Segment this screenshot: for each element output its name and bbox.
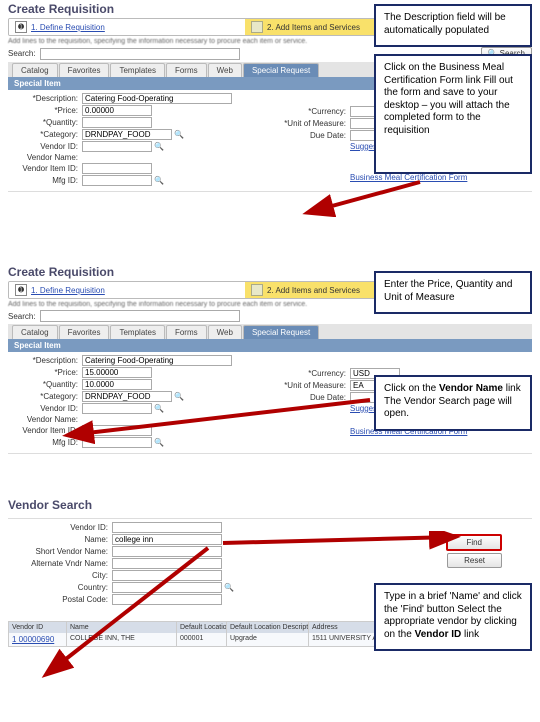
doc-icon (251, 284, 263, 296)
price-input[interactable] (82, 367, 152, 378)
cell-locdesc: Upgrade (227, 633, 309, 646)
callout-4: Click on the Vendor Name link The Vendor… (374, 375, 532, 431)
vendor-id-input[interactable] (112, 522, 222, 533)
step-1[interactable]: ➊1. Define Requisition (9, 282, 245, 298)
mfg-id-input[interactable] (82, 175, 152, 186)
qty-label: *Quantity: (8, 380, 78, 389)
tab-templates[interactable]: Templates (110, 63, 164, 77)
step-1[interactable]: ➊1. Define Requisition (9, 19, 245, 35)
tab-special-request[interactable]: Special Request (243, 63, 319, 77)
mfg-label: Mfg ID: (8, 176, 78, 185)
step-1-link[interactable]: 1. Define Requisition (31, 23, 105, 32)
description-input[interactable] (82, 93, 232, 104)
tab-favorites[interactable]: Favorites (59, 63, 110, 77)
vid-label: Vendor ID: (8, 142, 78, 151)
search-label: Search: (8, 49, 36, 58)
lookup-icon[interactable]: 🔍 (154, 176, 164, 186)
callout-1: The Description field will be automatica… (374, 4, 532, 47)
tab-forms[interactable]: Forms (166, 325, 207, 339)
curr-label: *Currency: (276, 369, 346, 378)
qty-label: *Quantity: (8, 118, 78, 127)
tab-templates[interactable]: Templates (110, 325, 164, 339)
desc-label: *Description: (8, 94, 78, 103)
vs-vid-label: Vendor ID: (8, 523, 108, 532)
price-label: *Price: (8, 368, 78, 377)
tabs: Catalog Favorites Templates Forms Web Sp… (8, 324, 532, 339)
callout-5: Type in a brief 'Name' and click the 'Fi… (374, 583, 532, 651)
step-2-label: 2. Add Items and Services (267, 286, 360, 295)
vendor-item-input[interactable] (82, 163, 152, 174)
category-input[interactable] (82, 129, 172, 140)
tab-catalog[interactable]: Catalog (12, 325, 58, 339)
step-2-label: 2. Add Items and Services (267, 23, 360, 32)
search-label: Search: (8, 312, 36, 321)
price-input[interactable] (82, 105, 152, 116)
callout-3: Enter the Price, Quantity and Unit of Me… (374, 271, 532, 314)
col-locdesc[interactable]: Default Location Description (227, 622, 309, 633)
uom-label: *Unit of Measure: (276, 381, 346, 390)
curr-label: *Currency: (276, 107, 346, 116)
page-title: Vendor Search (8, 498, 532, 512)
section-bar: Special Item (8, 339, 532, 352)
tab-special-request[interactable]: Special Request (243, 325, 319, 339)
tab-favorites[interactable]: Favorites (59, 325, 110, 339)
callout-2: Click on the Business Meal Certification… (374, 54, 532, 174)
doc-icon (251, 21, 263, 33)
step-1-link[interactable]: 1. Define Requisition (31, 286, 105, 295)
search-input[interactable] (40, 48, 240, 60)
vitem-label: Vendor Item ID: (8, 164, 78, 173)
lookup-icon[interactable]: 🔍 (174, 130, 184, 140)
desc-label: *Description: (8, 356, 78, 365)
cat-label: *Category: (8, 130, 78, 139)
quantity-input[interactable] (82, 379, 152, 390)
tab-web[interactable]: Web (208, 63, 242, 77)
vname-label: Vendor Name: (8, 153, 78, 162)
description-input[interactable] (82, 355, 232, 366)
lookup-icon[interactable]: 🔍 (154, 142, 164, 152)
quantity-input[interactable] (82, 117, 152, 128)
vendor-id-input[interactable] (82, 141, 152, 152)
tab-forms[interactable]: Forms (166, 63, 207, 77)
search-input[interactable] (40, 310, 240, 322)
tab-web[interactable]: Web (208, 325, 242, 339)
price-label: *Price: (8, 106, 78, 115)
tab-catalog[interactable]: Catalog (12, 63, 58, 77)
uom-label: *Unit of Measure: (276, 119, 346, 128)
reset-button[interactable]: Reset (447, 553, 502, 568)
due-label: Due Date: (276, 131, 346, 140)
